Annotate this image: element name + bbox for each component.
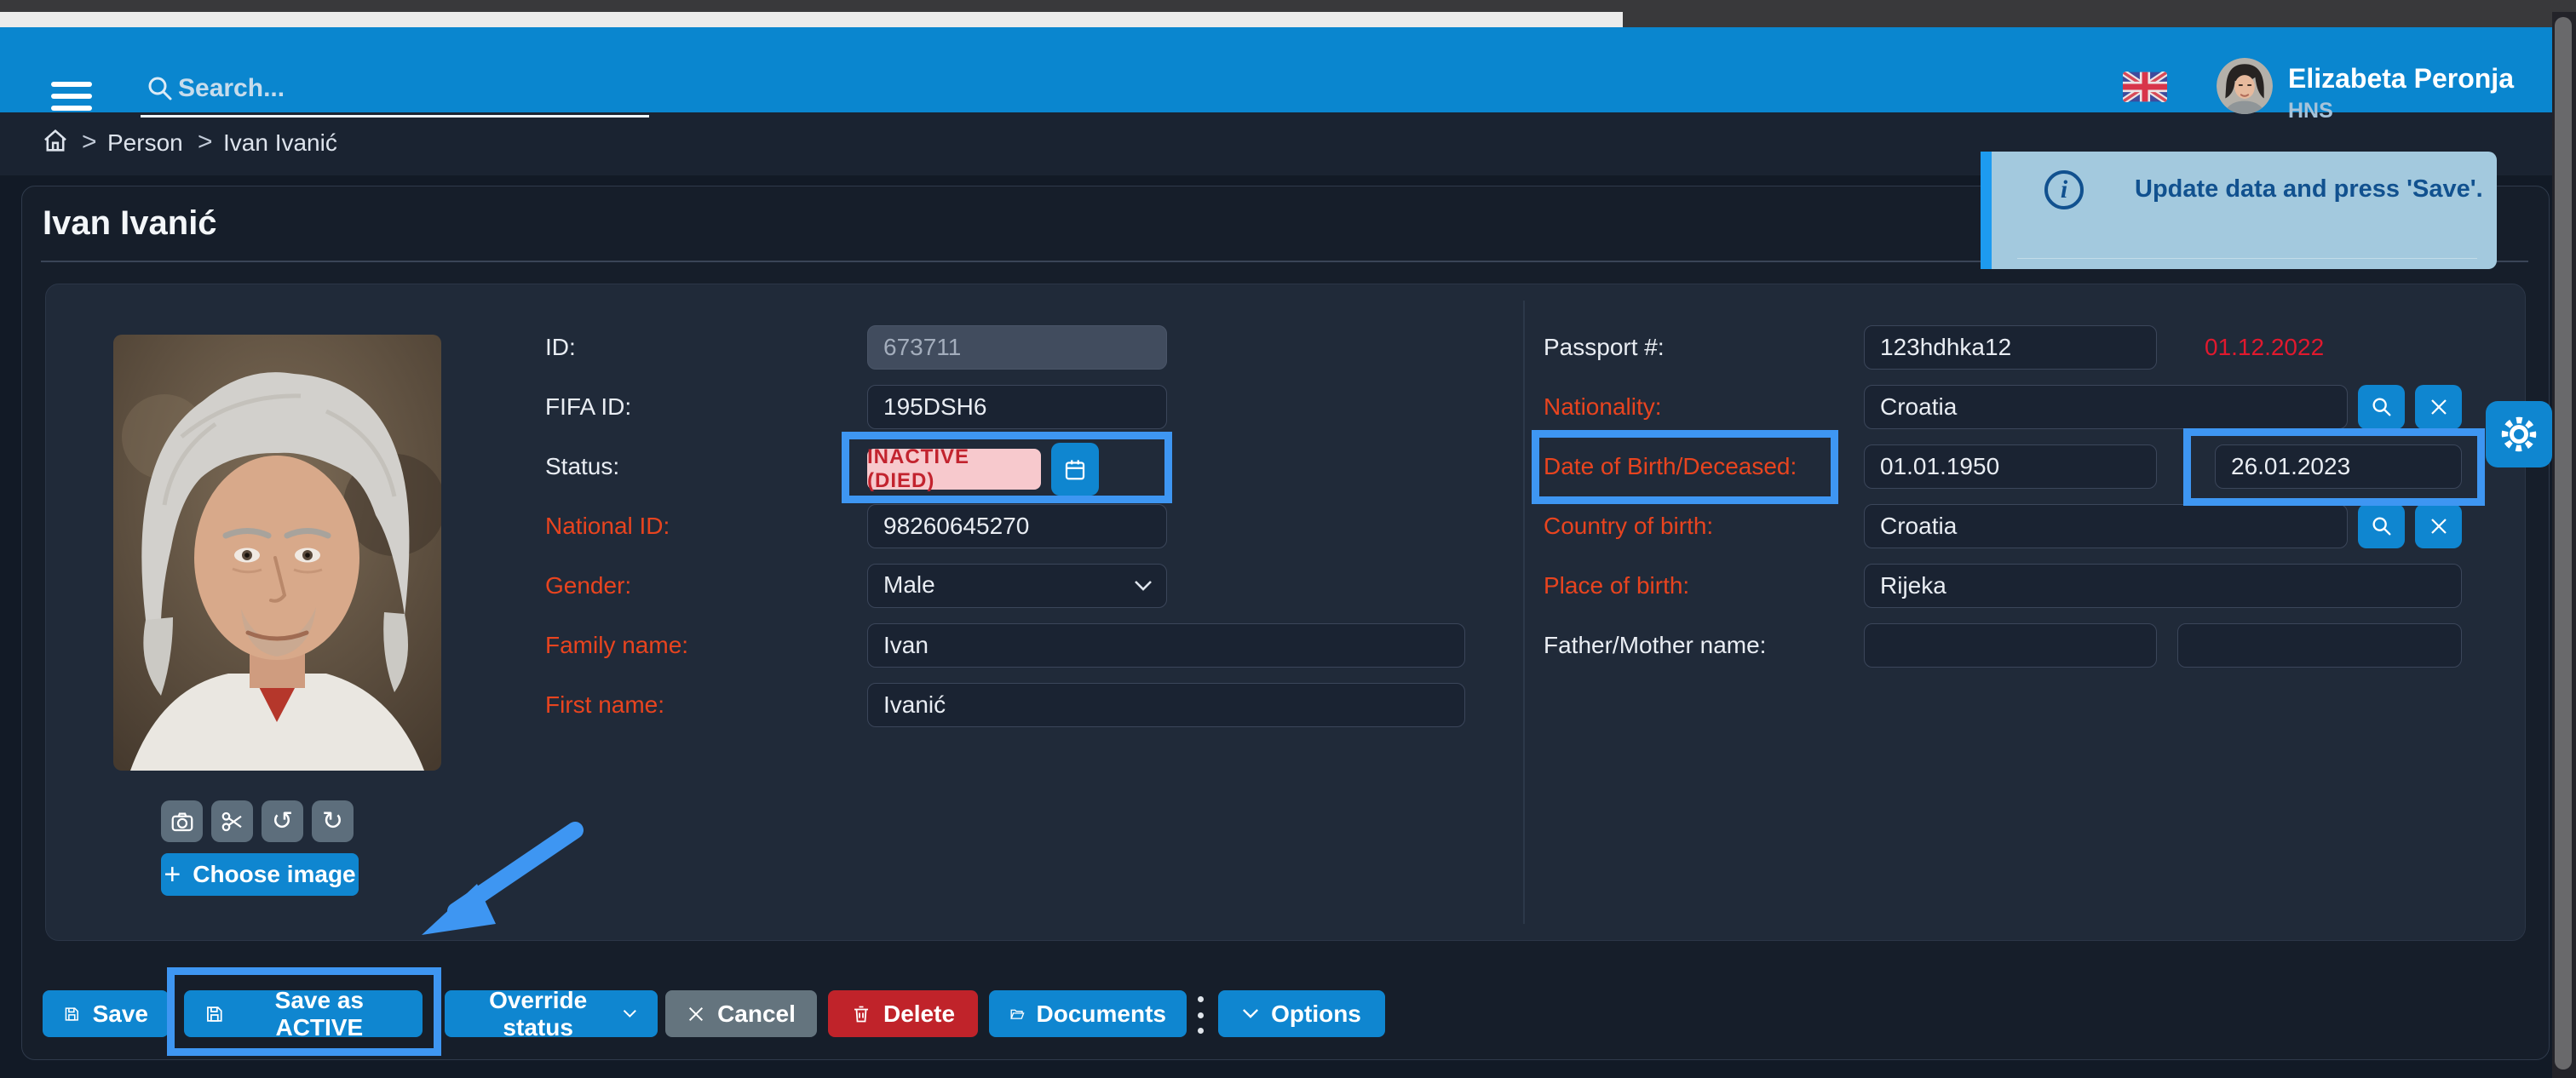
fifa-id-field[interactable] bbox=[867, 385, 1167, 429]
language-flag-icon[interactable] bbox=[2123, 72, 2167, 102]
status-badge: INACTIVE (DIED) bbox=[867, 449, 1041, 490]
delete-button[interactable]: Delete bbox=[828, 990, 978, 1037]
passport-field[interactable] bbox=[1864, 325, 2157, 370]
label-dob-deceased: Date of Birth/Deceased: bbox=[1544, 453, 1797, 480]
top-header: Elizabeta Peronja HNS bbox=[0, 27, 2552, 112]
home-icon[interactable] bbox=[41, 126, 70, 155]
search-icon bbox=[145, 73, 175, 104]
documents-button[interactable]: Documents bbox=[989, 990, 1187, 1037]
chevron-down-icon bbox=[1134, 580, 1153, 592]
gear-icon bbox=[2498, 414, 2539, 455]
settings-gear-button[interactable] bbox=[2486, 401, 2552, 467]
country-of-birth-field[interactable] bbox=[1864, 504, 2348, 548]
breadcrumb-separator: > bbox=[198, 128, 213, 157]
info-tooltip: i Update data and press 'Save'. bbox=[1981, 152, 2497, 269]
label-status: Status: bbox=[545, 453, 619, 480]
tooltip-divider bbox=[2017, 258, 2477, 259]
options-button[interactable]: Options bbox=[1218, 990, 1385, 1037]
label-place-of-birth: Place of birth: bbox=[1544, 572, 1689, 599]
close-icon bbox=[687, 1005, 705, 1024]
undo-icon[interactable]: ↺ bbox=[262, 800, 303, 842]
date-deceased-field[interactable] bbox=[2215, 444, 2462, 489]
trash-icon bbox=[851, 1004, 871, 1024]
search-underline bbox=[141, 115, 649, 118]
label-gender: Gender: bbox=[545, 572, 631, 599]
choose-image-button[interactable]: + Choose image bbox=[161, 853, 359, 896]
place-of-birth-field[interactable] bbox=[1864, 564, 2462, 608]
country-search-button[interactable] bbox=[2358, 504, 2405, 548]
user-name[interactable]: Elizabeta Peronja bbox=[2288, 63, 2514, 95]
close-icon bbox=[2429, 516, 2449, 536]
person-photo bbox=[113, 335, 441, 771]
label-id: ID: bbox=[545, 334, 576, 361]
tooltip-body: i Update data and press 'Save'. bbox=[1992, 152, 2497, 269]
redo-icon[interactable]: ↻ bbox=[312, 800, 354, 842]
tooltip-text: Update data and press 'Save'. bbox=[2135, 175, 2483, 204]
gender-select[interactable]: Male bbox=[867, 564, 1167, 608]
search-icon bbox=[2370, 514, 2394, 538]
search-input[interactable] bbox=[178, 70, 638, 107]
country-clear-button[interactable] bbox=[2415, 504, 2462, 548]
label-first-name: First name: bbox=[545, 691, 664, 719]
label-nationality: Nationality: bbox=[1544, 393, 1662, 421]
date-of-birth-field[interactable] bbox=[1864, 444, 2157, 489]
label-father-mother: Father/Mother name: bbox=[1544, 632, 1766, 659]
hamburger-menu-icon[interactable] bbox=[51, 82, 92, 112]
nationality-clear-button[interactable] bbox=[2415, 385, 2462, 429]
global-search bbox=[141, 68, 652, 118]
override-status-button[interactable]: Override status bbox=[445, 990, 658, 1037]
id-field bbox=[867, 325, 1167, 370]
search-icon bbox=[2370, 395, 2394, 419]
info-icon: i bbox=[2044, 170, 2084, 209]
save-button[interactable]: Save bbox=[43, 990, 169, 1037]
browser-chrome-bar bbox=[0, 0, 2576, 12]
calendar-icon bbox=[1062, 456, 1088, 482]
browser-chrome-strip-dark bbox=[1623, 12, 2576, 27]
label-fifa-id: FIFA ID: bbox=[545, 393, 631, 421]
save-as-active-button[interactable]: Save as ACTIVE bbox=[184, 990, 423, 1037]
label-family-name: Family name: bbox=[545, 632, 688, 659]
column-divider bbox=[1523, 301, 1525, 924]
national-id-field[interactable] bbox=[867, 504, 1167, 548]
father-name-field[interactable] bbox=[1864, 623, 2157, 668]
family-name-field[interactable] bbox=[867, 623, 1465, 668]
app-screen: Elizabeta Peronja HNS > Person > Ivan Iv… bbox=[0, 0, 2576, 1078]
scrollbar-thumb[interactable] bbox=[2555, 17, 2572, 1069]
more-actions-dots-icon bbox=[1197, 996, 1204, 1034]
close-icon bbox=[2429, 397, 2449, 417]
label-country-of-birth: Country of birth: bbox=[1544, 513, 1713, 540]
first-name-field[interactable] bbox=[867, 683, 1465, 727]
folder-icon bbox=[1009, 1003, 1025, 1025]
save-icon bbox=[204, 1003, 225, 1025]
breadcrumb-separator: > bbox=[82, 128, 97, 157]
save-icon bbox=[63, 1003, 81, 1025]
cut-icon[interactable] bbox=[211, 800, 253, 842]
tooltip-accent-bar bbox=[1981, 152, 1992, 269]
status-calendar-button[interactable] bbox=[1051, 443, 1099, 496]
nationality-field[interactable] bbox=[1864, 385, 2348, 429]
user-avatar[interactable] bbox=[2217, 58, 2273, 114]
page-scrollbar bbox=[2552, 12, 2576, 1078]
user-organization: HNS bbox=[2288, 99, 2333, 123]
chevron-down-icon bbox=[623, 1008, 637, 1019]
plus-icon: + bbox=[164, 860, 181, 889]
breadcrumb-item-person[interactable]: Person bbox=[107, 129, 183, 157]
browser-chrome-strip bbox=[0, 12, 1623, 27]
mother-name-field[interactable] bbox=[2177, 623, 2462, 668]
label-national-id: National ID: bbox=[545, 513, 670, 540]
nationality-search-button[interactable] bbox=[2358, 385, 2405, 429]
page-title: Ivan Ivanić bbox=[43, 204, 217, 243]
camera-icon[interactable] bbox=[161, 800, 203, 842]
cancel-button[interactable]: Cancel bbox=[665, 990, 817, 1037]
label-passport: Passport #: bbox=[1544, 334, 1665, 361]
passport-expiry-date: 01.12.2022 bbox=[2205, 334, 2324, 361]
chevron-down-icon bbox=[1242, 1008, 1259, 1019]
breadcrumb-item-current: Ivan Ivanić bbox=[223, 129, 337, 157]
